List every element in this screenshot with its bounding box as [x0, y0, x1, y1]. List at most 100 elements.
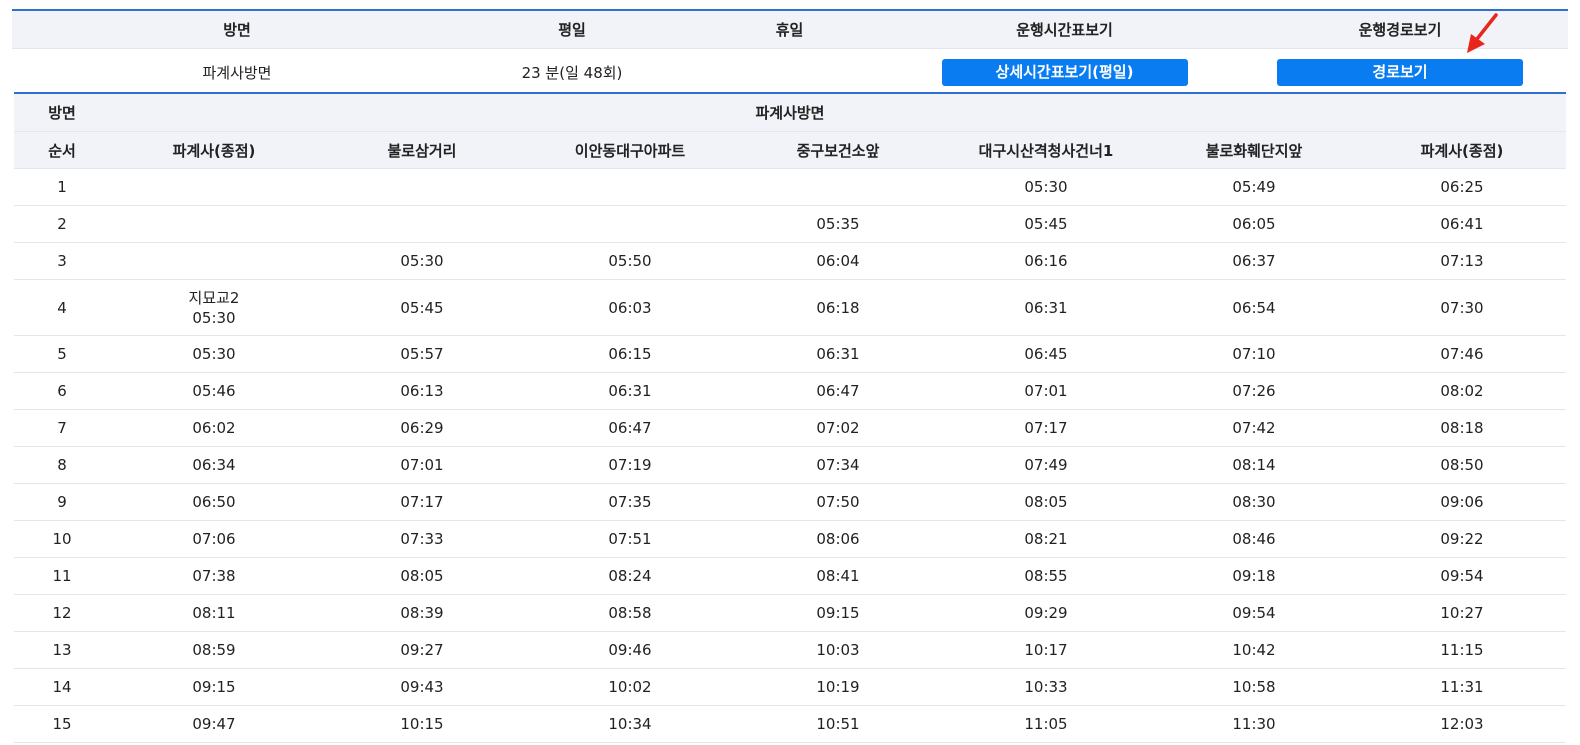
time-cell: 06:54	[1232, 298, 1276, 317]
time-cell: 09:46	[608, 641, 652, 659]
summary-header-direction: 방면	[223, 21, 251, 39]
table-row: 6 05:46 06:13 06:31 06:47 07:01 07:26 08:02	[14, 373, 1566, 410]
view-route-button[interactable]: 경로보기	[1277, 58, 1523, 86]
timetable-column-header-row: 순서 파계사(종점) 불로삼거리 이안동대구아파트 중구보건소앞 대구시산격청사…	[14, 132, 1566, 169]
time-cell: 지묘교2 05:30	[110, 288, 318, 328]
time-cell: 08:58	[608, 604, 652, 622]
time-cell: 11:31	[1440, 678, 1484, 696]
summary-header-timetable: 운행시간표보기	[1016, 21, 1113, 39]
time-cell: 08:11	[192, 604, 236, 622]
stop-header: 파계사(종점)	[172, 141, 256, 160]
summary-body-row: 파계사방면 23 분(일 48회) 상세시간표보기(평일) 경로보기	[12, 49, 1568, 95]
stop-header: 이안동대구아파트	[574, 141, 686, 160]
timetable-direction-row: 방면 파계사방면	[14, 94, 1566, 132]
time-cell: 07:19	[608, 456, 652, 474]
time-cell: 08:55	[1024, 567, 1068, 585]
row-order: 11	[52, 567, 72, 585]
row-order: 13	[52, 641, 72, 659]
time-cell: 06:41	[1440, 215, 1484, 233]
time-cell: 10:33	[1024, 678, 1068, 696]
row-order: 14	[52, 678, 72, 696]
time-cell: 06:45	[1024, 345, 1068, 363]
time-cell: 09:15	[816, 604, 860, 622]
table-row: 4 지묘교2 05:30 05:45 06:03 06:18 06:31 06:54 07:30	[14, 280, 1566, 336]
summary-timetable-cell: 상세시간표보기(평일)	[897, 58, 1232, 86]
time-cell: 07:01	[400, 456, 444, 474]
time-cell: 07:02	[816, 419, 860, 437]
time-cell: 08:39	[400, 604, 444, 622]
time-cell: 09:54	[1440, 567, 1484, 585]
row-order: 7	[57, 419, 67, 437]
table-row: 13 08:59 09:27 09:46 10:03 10:17 10:42 11:15	[14, 632, 1566, 669]
time-cell: 08:05	[400, 567, 444, 585]
time-cell: 09:47	[192, 715, 236, 733]
time-cell: 06:03	[608, 298, 652, 317]
timetable: 방면 파계사방면 순서 파계사(종점) 불로삼거리 이안동대구아파트 중구보건소…	[14, 92, 1566, 743]
time-cell: 07:35	[608, 493, 652, 511]
time-cell: 07:17	[400, 493, 444, 511]
table-row: 2 05:35 05:45 06:05 06:41	[14, 206, 1566, 243]
row-order: 10	[52, 530, 72, 548]
detail-timetable-button[interactable]: 상세시간표보기(평일)	[941, 58, 1188, 86]
time-cell: 07:34	[816, 456, 860, 474]
time-cell: 07:10	[1232, 345, 1276, 363]
time-cell: 08:24	[608, 567, 652, 585]
red-arrow-icon	[1467, 13, 1498, 53]
time-cell: 10:51	[816, 715, 860, 733]
time-cell: 06:34	[192, 456, 236, 474]
time-cell: 07:17	[1024, 419, 1068, 437]
time-cell: 07:13	[1440, 252, 1484, 270]
time-cell: 05:30	[192, 345, 236, 363]
table-row: 12 08:11 08:39 08:58 09:15 09:29 09:54 10:27	[14, 595, 1566, 632]
time-cell: 08:14	[1232, 456, 1276, 474]
row-order: 3	[57, 252, 67, 270]
stop-header: 중구보건소앞	[796, 141, 880, 160]
time-cell: 06:31	[816, 345, 860, 363]
table-row: 8 06:34 07:01 07:19 07:34 07:49 08:14 08:50	[14, 447, 1566, 484]
time-cell: 07:42	[1232, 419, 1276, 437]
table-row: 3 05:30 05:50 06:04 06:16 06:37 07:13	[14, 243, 1566, 280]
time-cell: 06:29	[400, 419, 444, 437]
stop-header: 대구시산격청사건너1	[978, 141, 1114, 160]
stop-header: 불로화훼단지앞	[1205, 141, 1303, 160]
time-cell: 09:54	[1232, 604, 1276, 622]
row-order: 8	[57, 456, 67, 474]
time-cell: 05:30	[1024, 178, 1068, 196]
time-cell: 09:27	[400, 641, 444, 659]
time-cell: 07:51	[608, 530, 652, 548]
time-cell: 06:05	[1232, 215, 1276, 233]
time-cell: 05:45	[400, 298, 444, 317]
time-cell: 10:27	[1440, 604, 1484, 622]
time-cell: 12:03	[1440, 715, 1484, 733]
row-order: 6	[57, 382, 67, 400]
stop-header: 불로삼거리	[387, 141, 457, 160]
time-cell: 05:57	[400, 345, 444, 363]
time-cell: 08:59	[192, 641, 236, 659]
stop-header: 파계사(종점)	[1420, 141, 1504, 160]
table-row: 1 05:30 05:49 06:25	[14, 169, 1566, 206]
time-cell: 09:43	[400, 678, 444, 696]
time-cell: 09:18	[1232, 567, 1276, 585]
table-row: 5 05:30 05:57 06:15 06:31 06:45 07:10 07:46	[14, 336, 1566, 373]
time-cell: 06:47	[816, 382, 860, 400]
row-order: 5	[57, 345, 67, 363]
direction-label: 방면	[48, 104, 76, 122]
time-cell: 10:02	[608, 678, 652, 696]
time-cell: 06:02	[192, 419, 236, 437]
time-cell: 05:46	[192, 382, 236, 400]
time-cell: 07:06	[192, 530, 236, 548]
table-row: 7 06:02 06:29 06:47 07:02 07:17 07:42 08:18	[14, 410, 1566, 447]
time-cell: 08:05	[1024, 493, 1068, 511]
origin-time: 05:30	[192, 308, 236, 327]
time-cell: 08:30	[1232, 493, 1276, 511]
time-cell: 06:18	[816, 298, 860, 317]
time-cell: 07:46	[1440, 345, 1484, 363]
time-cell: 08:46	[1232, 530, 1276, 548]
row-order: 4	[57, 298, 67, 317]
row-order: 1	[57, 178, 67, 196]
direction-value: 파계사방면	[755, 104, 825, 122]
time-cell: 06:13	[400, 382, 444, 400]
time-cell: 10:15	[400, 715, 444, 733]
summary-route-cell: 경로보기	[1232, 58, 1568, 86]
table-row: 14 09:15 09:43 10:02 10:19 10:33 10:58 11:31	[14, 669, 1566, 706]
